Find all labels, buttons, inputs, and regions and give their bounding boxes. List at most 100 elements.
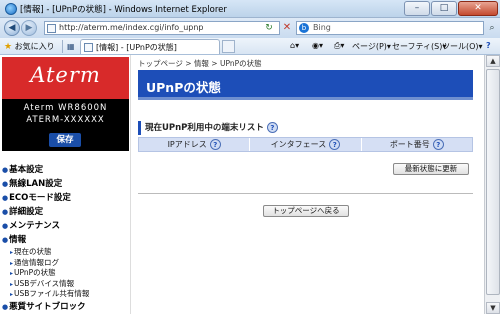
page-header: UPnPの状態 xyxy=(138,70,473,100)
print-icon[interactable]: ⎙▾ xyxy=(334,41,344,51)
favorites-bar: ★ お気に入り ▦ [情報] - [UPnPの状態] ⌂▾ ◉▾ ⎙▾ ページ(… xyxy=(0,38,500,55)
menu-label: 無線LAN設定 xyxy=(9,179,63,189)
tools-menu-label: ツール(O) xyxy=(442,42,479,51)
submenu-usb-share[interactable]: ▸USBファイル共有情報 xyxy=(2,289,130,300)
column-interface: インタフェース? xyxy=(250,138,362,151)
help-menu[interactable]: ? xyxy=(486,41,491,50)
safety-menu[interactable]: セーフティ(S)▾ xyxy=(392,41,446,52)
home-icon[interactable]: ⌂▾ xyxy=(290,41,299,50)
address-bar[interactable]: http://aterm.me/index.cgi/info_upnp xyxy=(44,21,280,35)
page-menu-label: ページ(P) xyxy=(352,42,387,51)
sidebar: Aterm Aterm WR8600N ATERM-XXXXXX 保存 ●基本設… xyxy=(0,55,131,314)
url-text[interactable]: http://aterm.me/index.cgi/info_upnp xyxy=(59,23,204,32)
device-id: ATERM-XXXXXX xyxy=(26,115,105,125)
menu-item-malicious-block[interactable]: ●悪質サイトブロック xyxy=(2,300,130,314)
window-titlebar: [情報] - [UPnPの状態] - Windows Internet Expl… xyxy=(0,0,500,18)
bullet-icon: ● xyxy=(2,180,9,188)
submenu-label: UPnPの状態 xyxy=(14,268,56,277)
page-content: Aterm Aterm WR8600N ATERM-XXXXXX 保存 ●基本設… xyxy=(0,55,484,314)
forward-button[interactable]: ▶ xyxy=(21,20,37,36)
favorites-button[interactable]: ★ お気に入り xyxy=(4,41,55,52)
scroll-down-icon[interactable]: ▼ xyxy=(486,302,500,314)
feeds-icon[interactable]: ◉▾ xyxy=(312,41,323,50)
refresh-list-button[interactable]: 最新状態に更新 xyxy=(393,163,469,175)
arrow-icon: ▸ xyxy=(10,259,14,267)
help-icon[interactable]: ? xyxy=(432,139,444,150)
minimize-button[interactable]: – xyxy=(404,1,430,16)
arrow-icon: ▸ xyxy=(10,280,14,288)
bing-icon: b xyxy=(299,23,309,33)
menu-item-basic[interactable]: ●基本設定 xyxy=(2,163,130,177)
submenu-current-status[interactable]: ▸現在の状態 xyxy=(2,247,130,258)
submenu-label: USBデバイス情報 xyxy=(14,278,75,288)
bullet-icon: ● xyxy=(2,222,9,230)
menu-item-eco[interactable]: ●ECOモード設定 xyxy=(2,191,130,205)
ie-icon xyxy=(5,3,17,15)
search-icon[interactable]: ⌕ xyxy=(486,21,498,35)
menu-label: ECOモード設定 xyxy=(9,193,71,203)
favorites-label: お気に入り xyxy=(14,42,55,51)
bullet-icon: ● xyxy=(2,194,9,202)
quick-tabs-icon[interactable]: ▦ xyxy=(67,42,75,51)
refresh-icon[interactable]: ↻ xyxy=(262,21,276,35)
bullet-icon: ● xyxy=(2,208,9,216)
new-tab-button[interactable] xyxy=(222,40,235,53)
bullet-icon: ● xyxy=(2,236,9,244)
vertical-scrollbar[interactable]: ▲ ▼ xyxy=(484,55,500,314)
save-button[interactable]: 保存 xyxy=(49,133,81,147)
divider xyxy=(138,193,473,194)
divider xyxy=(62,40,63,53)
back-to-top-button[interactable]: トップページへ戻る xyxy=(263,205,349,217)
submenu-label: 現在の状態 xyxy=(14,247,52,256)
bullet-icon: ● xyxy=(2,302,9,311)
submenu-label: USBファイル共有情報 xyxy=(14,289,90,298)
tools-menu[interactable]: ツール(O)▾ xyxy=(442,41,483,52)
menu-item-info[interactable]: ●情報 xyxy=(2,233,130,247)
menu-item-wireless[interactable]: ●無線LAN設定 xyxy=(2,177,130,191)
page-menu[interactable]: ページ(P)▾ xyxy=(352,41,391,52)
menu-label: 悪質サイトブロック xyxy=(9,301,86,312)
section-title-text: 現在UPnP利用中の端末リスト xyxy=(145,123,264,133)
menu-item-advanced[interactable]: ●詳細設定 xyxy=(2,205,130,219)
browser-tab[interactable]: [情報] - [UPnPの状態] xyxy=(80,39,220,54)
menu-item-maintenance[interactable]: ●メンテナンス xyxy=(2,219,130,233)
arrow-icon: ▸ xyxy=(10,291,14,298)
menu-label: 詳細設定 xyxy=(9,207,44,217)
help-icon[interactable]: ? xyxy=(209,139,221,150)
upnp-device-table: IPアドレス? インタフェース? ポート番号? xyxy=(138,137,473,152)
main-pane: トップページ > 情報 > UPnPの状態 UPnPの状態 現在UPnP利用中の… xyxy=(138,55,478,314)
column-ip: IPアドレス? xyxy=(139,138,251,151)
menu-label: 基本設定 xyxy=(9,165,44,175)
search-input[interactable]: b Bing xyxy=(296,21,484,35)
close-button[interactable]: ✕ xyxy=(458,1,498,16)
safety-menu-label: セーフティ(S) xyxy=(392,42,443,51)
window-title: [情報] - [UPnPの状態] - Windows Internet Expl… xyxy=(20,5,227,15)
scroll-thumb[interactable] xyxy=(486,69,500,295)
nav-menu: ●基本設定 ●無線LAN設定 ●ECOモード設定 ●詳細設定 ●メンテナンス ●… xyxy=(2,163,130,314)
tab-label: [情報] - [UPnPの状態] xyxy=(96,43,177,52)
page-icon xyxy=(47,24,56,33)
column-label: インタフェース xyxy=(270,140,327,149)
save-area: 保存 xyxy=(2,129,129,151)
bullet-icon: ● xyxy=(2,166,9,174)
submenu-usb-device[interactable]: ▸USBデバイス情報 xyxy=(2,279,130,290)
tab-page-icon xyxy=(84,43,93,52)
section-title: 現在UPnP利用中の端末リスト? xyxy=(138,121,278,135)
aterm-logo: Aterm xyxy=(2,57,129,99)
address-toolbar: ◀ ▶ http://aterm.me/index.cgi/info_upnp … xyxy=(0,18,500,38)
maximize-button[interactable]: □ xyxy=(431,1,457,16)
scroll-up-icon[interactable]: ▲ xyxy=(486,55,500,67)
column-label: IPアドレス xyxy=(167,140,207,149)
back-button[interactable]: ◀ xyxy=(4,20,20,36)
help-icon[interactable]: ? xyxy=(266,122,278,133)
search-placeholder: Bing xyxy=(313,23,331,32)
submenu-comm-log[interactable]: ▸通信情報ログ xyxy=(2,258,130,269)
menu-label: メンテナンス xyxy=(9,221,60,231)
help-icon[interactable]: ? xyxy=(329,139,341,150)
star-icon: ★ xyxy=(4,42,13,52)
submenu-upnp-status[interactable]: ▸UPnPの状態 xyxy=(2,268,130,279)
column-port: ポート番号? xyxy=(362,138,472,151)
model-info: Aterm WR8600N ATERM-XXXXXX xyxy=(2,99,129,129)
menu-label: 情報 xyxy=(9,235,27,245)
stop-icon[interactable]: ✕ xyxy=(280,21,294,35)
